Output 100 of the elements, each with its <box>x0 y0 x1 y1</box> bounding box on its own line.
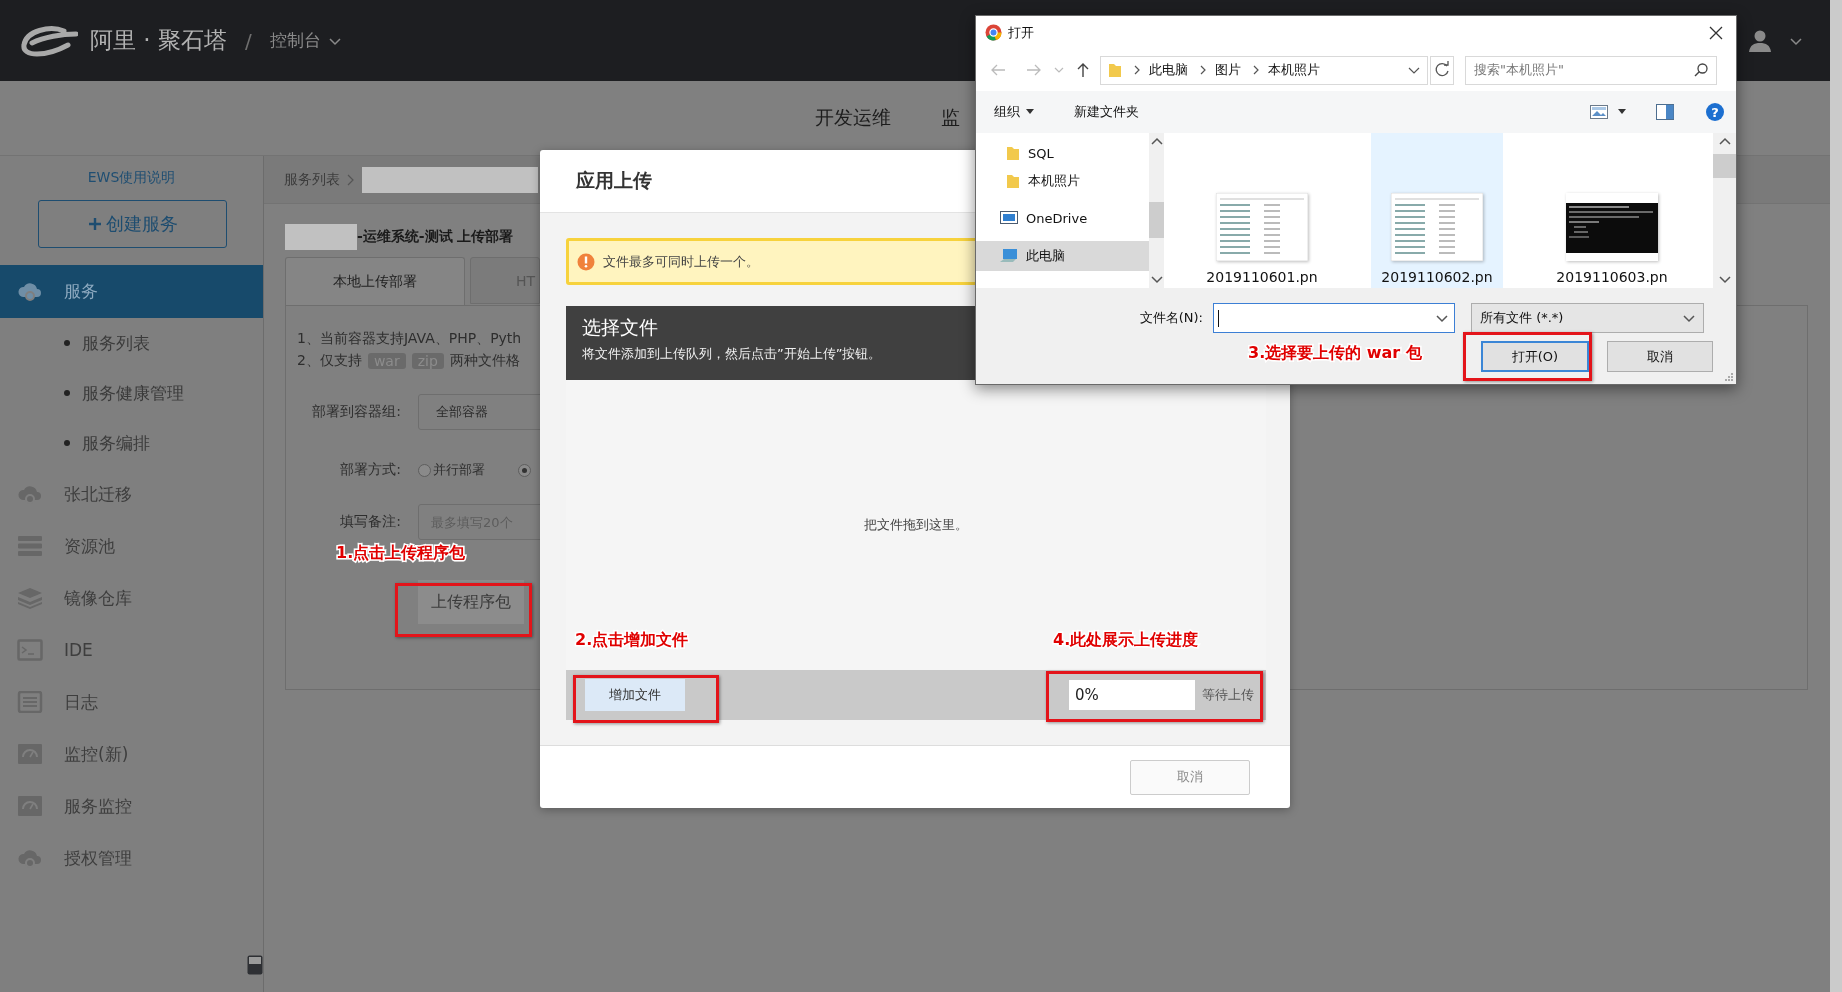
sidebar-subitem[interactable]: 服务编排 <box>0 418 263 468</box>
section-hint: 将文件添加到上传队列，然后点击”开始上传”按钮。 <box>582 345 882 363</box>
sidebar-item[interactable]: 镜像仓库 <box>0 572 263 624</box>
field-label: 文件名(N): <box>1138 309 1204 327</box>
field-label: 填写备注: <box>339 513 401 531</box>
up-arrow-icon[interactable] <box>1076 62 1090 78</box>
radio-button[interactable] <box>418 463 431 477</box>
document-icon <box>17 691 43 713</box>
app-icon <box>985 24 1002 41</box>
breadcrumb-link[interactable]: 服务列表 <box>284 170 340 189</box>
nav-item[interactable]: 此电脑 <box>976 241 1149 271</box>
monitor-icon <box>1000 210 1018 226</box>
refresh-icon[interactable] <box>1430 55 1454 85</box>
scroll-thumb[interactable] <box>1149 202 1164 238</box>
sidebar-item[interactable]: 服务 <box>0 265 263 318</box>
radio-button[interactable] <box>518 463 531 477</box>
search-icon <box>1694 63 1708 77</box>
help-button[interactable]: ? <box>1706 103 1724 121</box>
section-title: 选择文件 <box>582 315 658 340</box>
nav-item[interactable]: 监 <box>941 105 960 131</box>
dropdown-icon <box>1436 312 1448 324</box>
chevron-right-icon <box>1253 65 1260 75</box>
warning-icon <box>577 252 595 271</box>
annotation-label: 4.此处展示上传进度 <box>1053 630 1199 651</box>
sidebar-item[interactable]: 资源池 <box>0 520 263 572</box>
scrollbar[interactable] <box>1149 133 1164 288</box>
nav-item[interactable]: 开发运维 <box>815 105 891 131</box>
computer-icon <box>1000 248 1018 264</box>
cancel-button[interactable]: 取消 <box>1607 341 1713 372</box>
radio-label[interactable]: 并行部署 <box>433 461 485 479</box>
chevron-right-icon <box>1134 65 1141 75</box>
brand-name: 阿里 · 聚石塔 <box>90 26 227 55</box>
caret-icon[interactable] <box>1618 109 1626 115</box>
path-segment[interactable]: 图片 <box>1215 61 1241 79</box>
scroll-down-icon <box>1150 273 1163 285</box>
cancel-button[interactable]: 取消 <box>1130 759 1250 795</box>
sidebar-item[interactable]: 监控(新) <box>0 728 263 780</box>
progress-field: 0% <box>1069 680 1195 710</box>
resize-grip[interactable] <box>1724 372 1734 382</box>
file-type-select[interactable]: 所有文件 (*.*) <box>1471 303 1704 333</box>
gauge-icon <box>17 795 43 817</box>
toolbar-button[interactable]: 组织 <box>988 102 1040 122</box>
upload-status: 等待上传 <box>1202 686 1254 704</box>
file-item[interactable]: 2019110602.pn <box>1371 133 1503 288</box>
nav-item[interactable]: 本机照片 <box>976 167 1149 195</box>
sidebar-item[interactable]: 张北迁移 <box>0 468 263 520</box>
layers-icon <box>17 587 43 609</box>
terminal-icon <box>17 639 43 661</box>
view-icon[interactable] <box>1590 105 1608 119</box>
sidebar-item[interactable]: IDE <box>0 624 263 676</box>
caret-icon <box>1026 109 1034 115</box>
note-text: 两种文件格 <box>449 352 520 370</box>
scroll-down-icon <box>1718 273 1731 285</box>
chevron-right-icon <box>347 173 355 186</box>
path-segment[interactable]: 本机照片 <box>1268 61 1320 79</box>
dropdown-icon <box>1683 312 1695 324</box>
tab[interactable]: 本地上传部署 <box>285 257 465 305</box>
redaction-block <box>285 224 357 250</box>
sidebar-item[interactable]: 服务监控 <box>0 780 263 832</box>
preview-pane-icon[interactable] <box>1656 104 1674 120</box>
chevron-right-icon <box>1200 65 1207 75</box>
scroll-thumb[interactable] <box>1713 154 1736 178</box>
note-text: 1、当前容器支持JAVA、PHP、Pyth <box>297 330 523 348</box>
annotation-label: 2.点击增加文件 <box>575 630 689 651</box>
annotation-label: 1.点击上传程序包 <box>336 543 466 564</box>
sidebar-item[interactable]: 日志 <box>0 676 263 728</box>
console-menu[interactable]: 控制台 <box>269 29 321 52</box>
database-icon <box>17 535 43 557</box>
toolbar-button[interactable]: 新建文件夹 <box>1068 102 1145 122</box>
sidebar-subitem[interactable]: 服务健康管理 <box>0 368 263 418</box>
sidebar-subitem[interactable]: 服务列表 <box>0 318 263 368</box>
annotation-label: 3.选择要上传的 war 包 <box>1248 343 1422 364</box>
filename-field[interactable] <box>1213 303 1455 333</box>
address-bar[interactable]: 此电脑 图片 本机照片 <box>1100 55 1428 85</box>
sidebar-item[interactable]: 授权管理 <box>0 832 263 884</box>
folder-icon <box>1108 62 1122 78</box>
cloud-gear-icon <box>17 483 43 505</box>
user-icon[interactable] <box>1748 28 1772 53</box>
alert-text: 文件最多可同时上传一个。 <box>603 252 759 271</box>
field-label: 部署方式: <box>339 461 401 479</box>
path-segment[interactable]: 此电脑 <box>1149 61 1188 79</box>
field-label: 部署到容器组: <box>311 403 401 421</box>
gauge-icon <box>17 743 43 765</box>
separator: / <box>244 28 252 53</box>
file-item[interactable]: 2019110603.pn <box>1546 133 1678 288</box>
open-button[interactable]: 打开(O) <box>1481 341 1589 372</box>
drop-hint: 把文件拖到这里。 <box>864 516 968 534</box>
search-field[interactable]: 搜索"本机照片" <box>1465 55 1717 85</box>
scrollbar[interactable] <box>1830 0 1842 992</box>
note-text: 2、仅支持 <box>297 352 362 370</box>
scrollbar[interactable] <box>1713 133 1736 288</box>
folder-icon <box>1006 145 1020 161</box>
plus-icon <box>87 217 102 231</box>
cloud-gear-icon <box>17 847 43 869</box>
collapse-icon[interactable] <box>247 955 263 975</box>
upload-package-button[interactable]: 上传程序包 <box>418 580 524 624</box>
close-icon[interactable] <box>1709 25 1723 40</box>
page-title: -运维系统-测试 上传部署 <box>357 228 514 246</box>
cloud-gear-icon <box>17 280 43 302</box>
add-file-button[interactable]: 增加文件 <box>585 679 685 711</box>
